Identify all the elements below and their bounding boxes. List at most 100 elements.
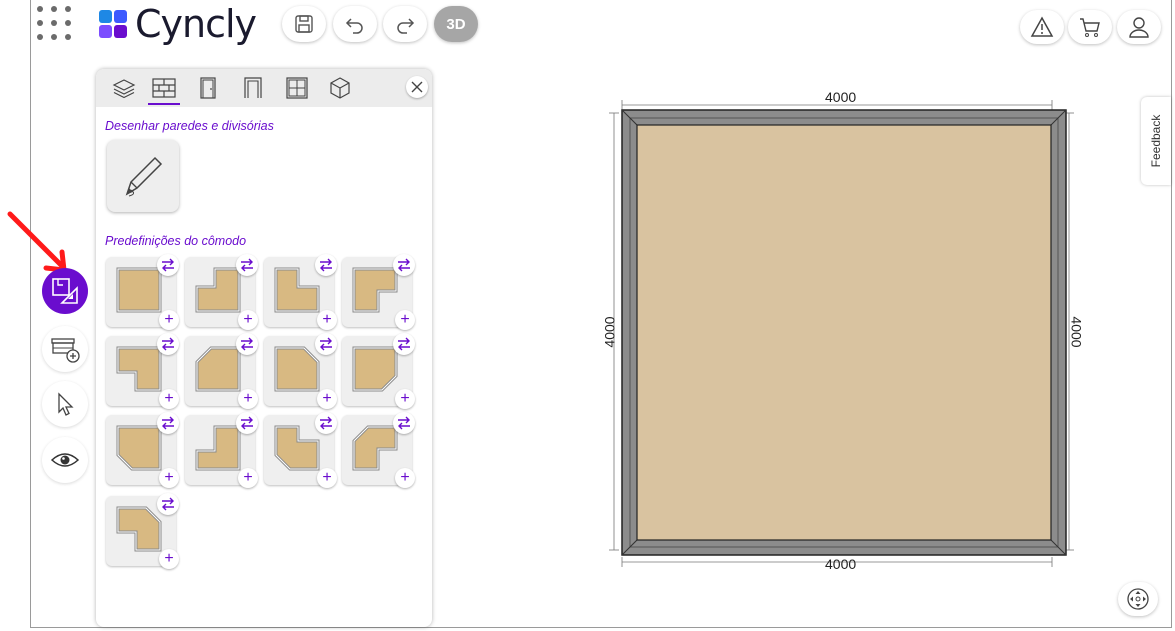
swap-preset-button[interactable] <box>157 412 179 434</box>
add-preset-button[interactable]: + <box>317 389 337 409</box>
add-preset-button[interactable]: + <box>317 310 337 330</box>
room-preset-tile[interactable]: + <box>185 254 258 330</box>
tab-layers[interactable] <box>108 73 140 103</box>
add-preset-button[interactable]: + <box>317 468 337 488</box>
swap-preset-button[interactable] <box>315 412 337 434</box>
opening-icon <box>244 77 262 98</box>
room-preset-tile[interactable]: + <box>264 412 337 488</box>
view-3d-button[interactable]: 3D <box>434 6 478 42</box>
draw-walls-tool-button[interactable] <box>107 140 179 212</box>
room-shape-icon <box>116 506 162 552</box>
swap-preset-button[interactable] <box>157 254 179 276</box>
swap-preset-button[interactable] <box>315 254 337 276</box>
add-preset-button[interactable]: + <box>159 310 179 330</box>
add-preset-button[interactable]: + <box>159 549 179 569</box>
room-preset-tile[interactable]: + <box>264 333 337 409</box>
room-shape-icon <box>352 425 398 471</box>
swap-preset-button[interactable] <box>157 493 179 515</box>
room-preset-tile[interactable]: + <box>106 333 179 409</box>
swap-preset-button[interactable] <box>236 333 258 355</box>
tab-doors[interactable] <box>192 73 224 103</box>
user-icon <box>1129 17 1149 38</box>
tool-visibility-button[interactable] <box>42 437 88 483</box>
room-preset-tile[interactable]: + <box>185 333 258 409</box>
layers-icon <box>112 79 136 99</box>
swap-arrows-icon <box>241 337 253 351</box>
apps-grid-icon[interactable] <box>37 6 77 46</box>
dimension-top: 4000 <box>825 89 857 105</box>
redo-button[interactable] <box>383 6 427 42</box>
close-panel-button[interactable] <box>406 76 428 98</box>
room-shape-icon <box>195 267 241 313</box>
room-preset-tile[interactable]: + <box>342 412 415 488</box>
room-shape-icon <box>116 346 162 392</box>
save-button[interactable] <box>282 6 326 42</box>
swap-arrows-icon <box>162 497 174 511</box>
save-icon <box>295 15 313 33</box>
add-preset-button[interactable]: + <box>395 389 415 409</box>
swap-arrows-icon <box>162 416 174 430</box>
add-preset-button[interactable]: + <box>395 310 415 330</box>
swap-arrows-icon <box>241 416 253 430</box>
tab-walls[interactable] <box>148 73 180 105</box>
section-title-draw-walls: Desenhar paredes e divisórias <box>105 119 274 133</box>
tab-3d-objects[interactable] <box>324 73 356 103</box>
room-preset-tile[interactable]: + <box>185 412 258 488</box>
swap-arrows-icon <box>398 337 410 351</box>
swap-arrows-icon <box>162 258 174 272</box>
room-floorplan[interactable] <box>607 88 1085 576</box>
tool-select-button[interactable] <box>42 381 88 427</box>
eye-icon <box>50 453 80 467</box>
user-account-button[interactable] <box>1117 10 1161 44</box>
room-preset-tile[interactable]: + <box>342 333 415 409</box>
tool-walls-button[interactable] <box>42 268 88 314</box>
add-preset-button[interactable]: + <box>159 468 179 488</box>
room-shape-icon <box>116 425 162 471</box>
brand-name: Cyncly <box>135 2 257 46</box>
room-preset-tile[interactable]: + <box>342 254 415 330</box>
brand-logo: Cyncly <box>97 2 257 46</box>
walls-panel: Desenhar paredes e divisórias Predefiniç… <box>96 69 432 627</box>
door-icon <box>200 77 216 99</box>
warning-icon <box>1030 16 1054 37</box>
navigation-button[interactable] <box>1118 582 1158 616</box>
feedback-tab[interactable]: Feedback <box>1141 97 1171 185</box>
navigate-arrows-icon <box>1127 588 1149 610</box>
add-preset-button[interactable]: + <box>238 389 258 409</box>
room-preset-tile[interactable]: + <box>106 254 179 330</box>
swap-preset-button[interactable] <box>315 333 337 355</box>
room-preset-tile[interactable]: + <box>106 412 179 488</box>
swap-arrows-icon <box>320 416 332 430</box>
cart-button[interactable] <box>1068 10 1112 44</box>
swap-preset-button[interactable] <box>393 254 415 276</box>
room-preset-tile[interactable]: + <box>106 493 179 569</box>
tab-windows[interactable] <box>281 73 313 103</box>
floorplan-draw-icon <box>52 278 78 304</box>
swap-arrows-icon <box>398 416 410 430</box>
tab-openings[interactable] <box>237 73 269 103</box>
feedback-label: Feedback <box>1149 114 1163 168</box>
add-preset-button[interactable]: + <box>238 468 258 488</box>
tool-furniture-button[interactable] <box>42 326 88 372</box>
warnings-button[interactable] <box>1020 10 1064 44</box>
undo-icon <box>345 18 363 34</box>
swap-preset-button[interactable] <box>393 412 415 434</box>
swap-preset-button[interactable] <box>236 254 258 276</box>
add-preset-button[interactable]: + <box>159 389 179 409</box>
room-shape-icon <box>116 267 162 313</box>
undo-button[interactable] <box>333 6 377 42</box>
add-furniture-icon <box>51 338 80 363</box>
swap-preset-button[interactable] <box>236 412 258 434</box>
room-preset-tile[interactable]: + <box>264 254 337 330</box>
swap-preset-button[interactable] <box>393 333 415 355</box>
cyncly-logo-icon <box>99 10 127 38</box>
room-shape-icon <box>274 267 320 313</box>
add-preset-button[interactable]: + <box>238 310 258 330</box>
add-preset-button[interactable]: + <box>395 468 415 488</box>
redo-icon <box>397 18 415 34</box>
dimension-left: 4000 <box>601 316 618 348</box>
swap-preset-button[interactable] <box>157 333 179 355</box>
swap-arrows-icon <box>320 337 332 351</box>
room-floor <box>636 124 1052 541</box>
swap-arrows-icon <box>241 258 253 272</box>
